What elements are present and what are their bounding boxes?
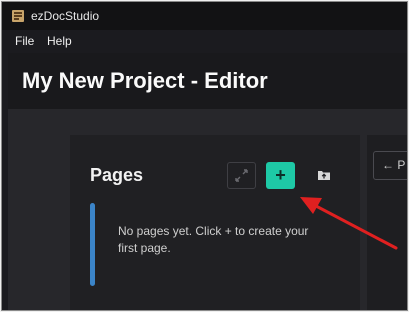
- empty-pages-notice: No pages yet. Click + to create your fir…: [90, 203, 318, 286]
- notice-accent-bar: [90, 203, 95, 286]
- previous-button[interactable]: ← P: [373, 151, 407, 180]
- pages-heading: Pages: [90, 165, 144, 185]
- arrow-left-icon: ←: [382, 158, 394, 172]
- app-window: ezDocStudio File Help My New Project - E…: [1, 1, 408, 311]
- menu-bar: File Help: [2, 31, 407, 51]
- add-page-button[interactable]: +: [266, 162, 295, 189]
- menu-file[interactable]: File: [15, 34, 34, 48]
- menu-help[interactable]: Help: [47, 34, 72, 48]
- previous-button-label: P: [397, 158, 406, 172]
- expand-button[interactable]: [227, 162, 256, 189]
- app-body: My New Project - Editor Pages + No pages…: [8, 53, 407, 310]
- empty-pages-message: No pages yet. Click + to create your fir…: [118, 224, 309, 255]
- ezdocstudio-app-icon: [12, 10, 24, 22]
- title-bar: ezDocStudio: [2, 2, 407, 30]
- editor-header: My New Project - Editor: [8, 53, 407, 109]
- expand-arrows-icon: [235, 169, 248, 182]
- page-title: My New Project - Editor: [22, 68, 268, 93]
- folder-upload-icon: [318, 171, 330, 180]
- pages-panel: Pages + No pages yet. Click + to create …: [70, 135, 360, 310]
- window-title: ezDocStudio: [31, 9, 100, 23]
- editor-right-panel: ← P: [367, 135, 407, 310]
- import-folder-button[interactable]: [312, 163, 336, 187]
